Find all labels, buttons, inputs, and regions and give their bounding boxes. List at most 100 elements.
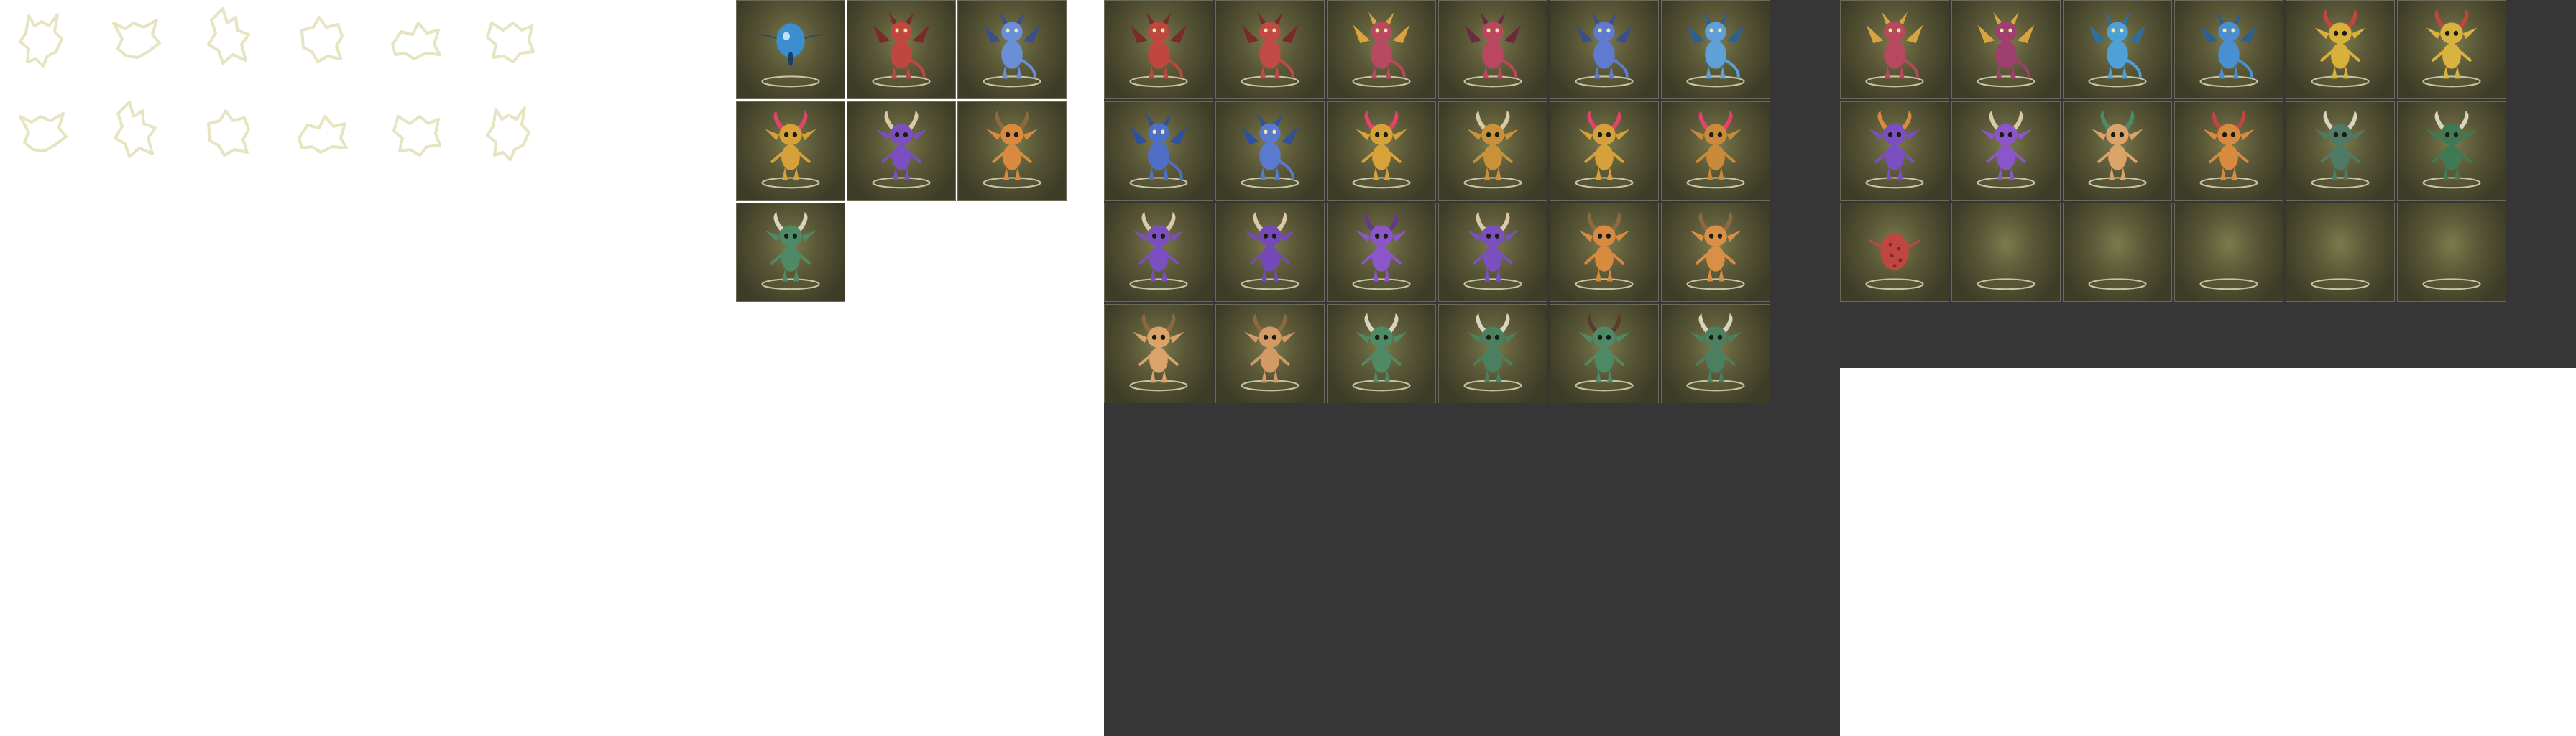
egg-creature-icon (1865, 233, 1924, 290)
empty-portrait-slot (1951, 203, 2061, 302)
imp-creature-icon (2422, 110, 2481, 189)
pedestal-icon (2199, 278, 2258, 290)
creature-silhouette-icon (288, 1, 359, 73)
creature-portrait-imp (1840, 101, 1949, 201)
creature-portrait-dragon (1104, 101, 1213, 201)
imp-creature-icon (1463, 110, 1522, 189)
imp-creature-icon (1463, 313, 1522, 392)
creature-portrait-imp (1438, 304, 1547, 403)
pedestal-icon (1977, 278, 2036, 290)
creature-silhouette-icon (101, 95, 172, 167)
creature-silhouette-icon (381, 1, 453, 73)
dragon-creature-icon (1977, 12, 2036, 88)
pedestal-icon (2088, 278, 2147, 290)
creature-silhouette-icon (288, 95, 359, 167)
creature-silhouette-icon (194, 1, 266, 73)
creature-silhouette-icon (7, 95, 79, 167)
dragon-creature-icon (1575, 12, 1634, 88)
creature-portrait-imp (1327, 101, 1436, 201)
imp-creature-icon (1241, 313, 1300, 392)
pedestal-icon (2311, 278, 2370, 290)
creature-portrait-dragon (1661, 0, 1770, 99)
creature-silhouette-icon (474, 1, 546, 73)
creature-portrait-dragon (2174, 0, 2283, 99)
imp-creature-icon (983, 110, 1041, 189)
imp-creature-icon (1352, 313, 1411, 392)
creature-portrait-dragon (1951, 0, 2061, 99)
dragon-creature-icon (983, 12, 1041, 88)
dragon-creature-icon (1241, 113, 1300, 189)
creature-silhouette-icon (194, 95, 266, 167)
imp-creature-icon (1129, 211, 1188, 290)
imp-creature-icon (872, 110, 931, 189)
dragon-creature-icon (2088, 12, 2147, 88)
dragon-creature-icon (1129, 113, 1188, 189)
creature-portrait-imp (1438, 203, 1547, 302)
empty-portrait-slot (2286, 203, 2395, 302)
imp-creature-icon (2311, 9, 2370, 88)
imp-creature-icon (2088, 110, 2147, 189)
creature-portrait-imp (1215, 304, 1325, 403)
creature-portrait-imp (1327, 203, 1436, 302)
imp-creature-icon (1977, 110, 2036, 189)
creature-portrait-imp (736, 203, 845, 302)
creature-portrait-blob (736, 0, 845, 99)
creature-portrait-imp (1661, 203, 1770, 302)
creature-portrait-imp (2397, 0, 2506, 99)
dragon-creature-icon (1686, 12, 1745, 88)
imp-creature-icon (1463, 211, 1522, 290)
creature-portrait-dragon (1840, 0, 1949, 99)
creature-portrait-imp (1104, 203, 1213, 302)
creature-portrait-imp (1661, 101, 1770, 201)
silhouette-sheet (0, 0, 719, 187)
portrait-sheet-b (1104, 0, 1840, 736)
imp-creature-icon (2199, 110, 2258, 189)
creature-silhouette-icon (7, 1, 79, 73)
creature-portrait-dragon (847, 0, 956, 99)
creature-silhouette-icon (101, 1, 172, 73)
dragon-creature-icon (1865, 12, 1924, 88)
blob-creature-icon (758, 23, 824, 88)
imp-creature-icon (1575, 211, 1634, 290)
creature-portrait-dragon (1215, 101, 1325, 201)
creature-portrait-imp (847, 101, 956, 201)
creature-portrait-imp (2397, 101, 2506, 201)
imp-creature-icon (1686, 211, 1745, 290)
dragon-creature-icon (1241, 12, 1300, 88)
dragon-creature-icon (2199, 12, 2258, 88)
creature-portrait-imp (1550, 304, 1659, 403)
imp-creature-icon (1241, 211, 1300, 290)
creature-portrait-dragon (1327, 0, 1436, 99)
dragon-creature-icon (1463, 12, 1522, 88)
creature-portrait-dragon (1104, 0, 1213, 99)
creature-portrait-imp (1550, 101, 1659, 201)
empty-portrait-slot (2174, 203, 2283, 302)
portrait-sheet-c (1840, 0, 2576, 368)
creature-portrait-imp (736, 101, 845, 201)
empty-portrait-slot (2063, 203, 2172, 302)
creature-portrait-imp (1215, 203, 1325, 302)
empty-portrait-slot (2397, 203, 2506, 302)
imp-creature-icon (2311, 110, 2370, 189)
imp-creature-icon (761, 110, 820, 189)
portrait-sheet-a (736, 0, 1070, 303)
creature-portrait-imp (1438, 101, 1547, 201)
creature-silhouette-icon (381, 95, 453, 167)
imp-creature-icon (1686, 313, 1745, 392)
creature-portrait-dragon (957, 0, 1067, 99)
imp-creature-icon (2422, 9, 2481, 88)
creature-portrait-imp (1327, 304, 1436, 403)
creature-silhouette-icon (474, 95, 546, 167)
creature-portrait-imp (957, 101, 1067, 201)
creature-portrait-imp (2286, 0, 2395, 99)
creature-portrait-egg (1840, 203, 1949, 302)
imp-creature-icon (1686, 110, 1745, 189)
imp-creature-icon (1352, 211, 1411, 290)
imp-creature-icon (1352, 110, 1411, 189)
creature-portrait-imp (1104, 304, 1213, 403)
creature-portrait-imp (1550, 203, 1659, 302)
creature-portrait-dragon (1215, 0, 1325, 99)
creature-portrait-dragon (1550, 0, 1659, 99)
dragon-creature-icon (1352, 12, 1411, 88)
imp-creature-icon (1129, 313, 1188, 392)
